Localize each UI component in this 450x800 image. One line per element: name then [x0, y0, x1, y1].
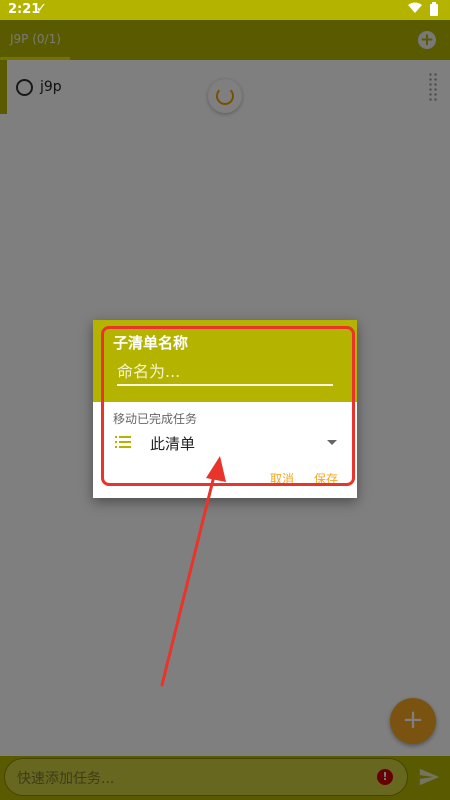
battery-icon — [430, 2, 438, 16]
annotation-highlight-box — [101, 326, 355, 486]
check-icon: ✓ — [36, 1, 47, 16]
status-bar: 2:21 ✓ — [0, 0, 450, 20]
wifi-icon — [408, 2, 422, 13]
